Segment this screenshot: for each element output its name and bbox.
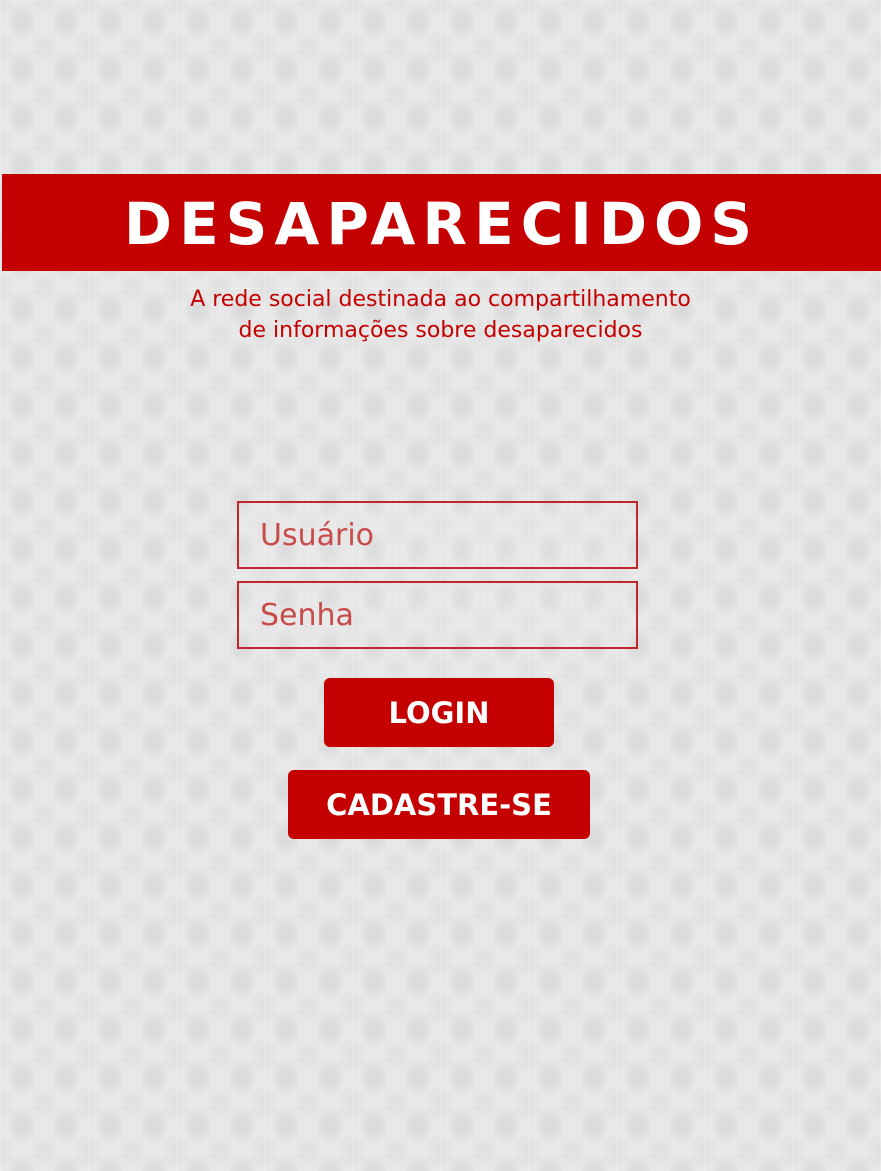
app-title: DESAPARECIDOS	[123, 189, 760, 258]
username-input[interactable]	[237, 501, 638, 569]
login-button[interactable]: LOGIN	[324, 678, 554, 747]
password-input[interactable]	[237, 581, 638, 649]
title-banner: DESAPARECIDOS	[2, 174, 881, 271]
subtitle-line-2: de informações sobre desaparecidos	[238, 318, 643, 343]
signup-button[interactable]: CADASTRE-SE	[288, 770, 590, 839]
app-subtitle: A rede social destinada ao compartilhame…	[0, 284, 881, 346]
subtitle-line-1: A rede social destinada ao compartilhame…	[190, 287, 691, 312]
